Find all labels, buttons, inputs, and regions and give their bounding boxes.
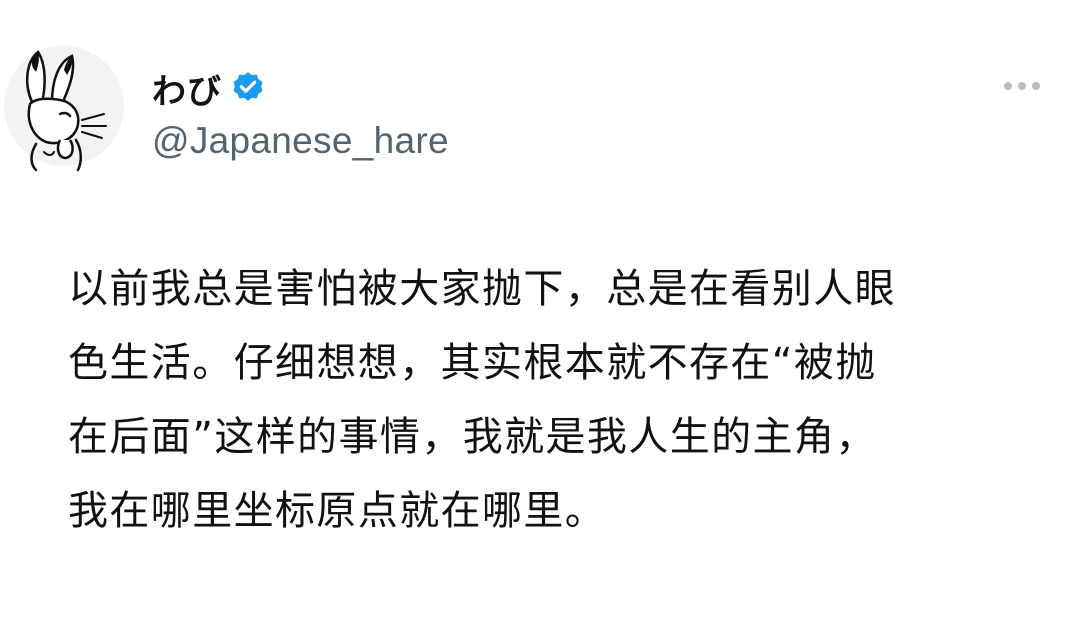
post-text-line: 以前我总是害怕被大家抛下，总是在看别人眼 — [68, 266, 896, 312]
user-info: わび @Japanese_hare — [152, 62, 449, 162]
avatar[interactable] — [2, 40, 126, 172]
display-name[interactable]: わび — [152, 64, 222, 113]
rabbit-drawing-icon — [4, 46, 124, 172]
user-handle[interactable]: @Japanese_hare — [152, 120, 449, 162]
post-text-line: 色生活。仔细想想，其实根本就不存在“被抛 — [68, 340, 877, 386]
more-options-button[interactable] — [1000, 74, 1044, 98]
name-row: わび — [152, 62, 449, 114]
verified-badge-icon — [233, 72, 263, 101]
more-options-icon — [1004, 82, 1040, 90]
tweet-card: わび @Japanese_hare 以前我总是害怕被大家抛下，总是在看别人眼 色… — [0, 0, 1080, 624]
post-text-line: 我在哪里坐标原点就在哪里。 — [68, 488, 607, 534]
post-text: 以前我总是害怕被大家抛下，总是在看别人眼 色生活。仔细想想，其实根本就不存在“被… — [68, 252, 1008, 548]
post-text-line: 在后面”这样的事情，我就是我人生的主角， — [68, 414, 877, 460]
